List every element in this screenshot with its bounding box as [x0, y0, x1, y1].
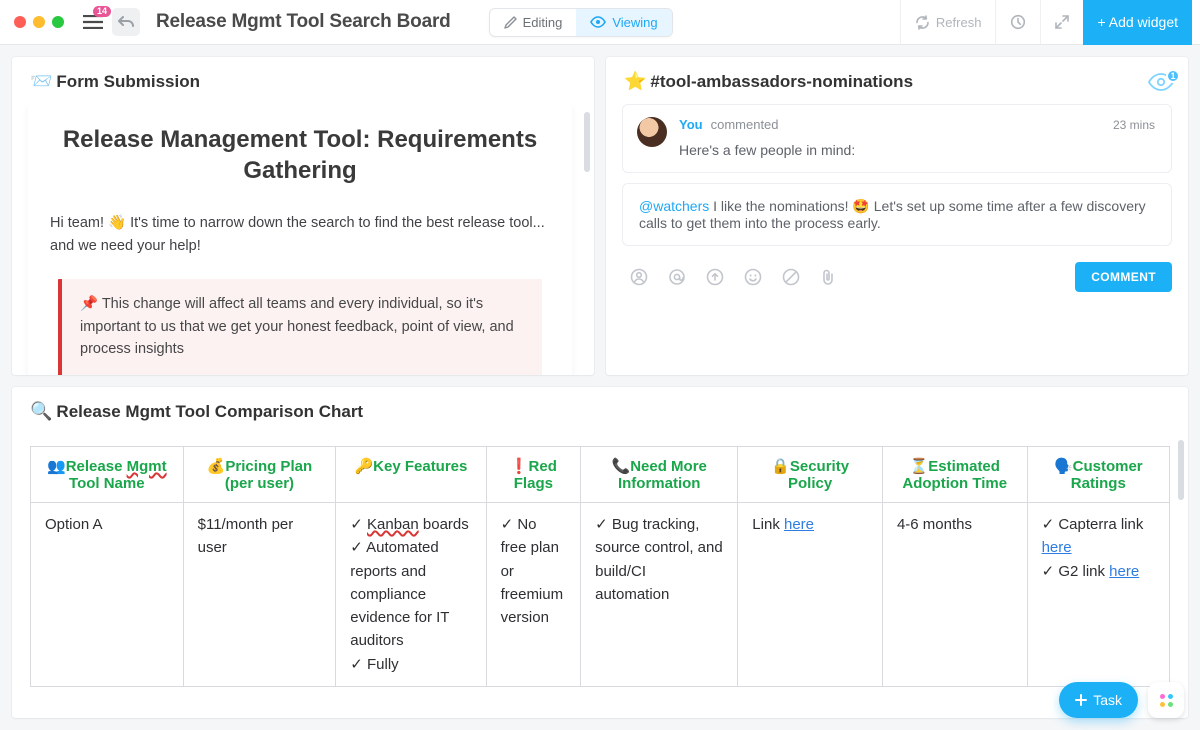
- clock-icon: [1010, 14, 1026, 30]
- comparison-card: 🔍 Release Mgmt Tool Comparison Chart 👥Re…: [12, 387, 1188, 718]
- refresh-button[interactable]: Refresh: [900, 0, 996, 44]
- document-callout: 📌 This change will affect all teams and …: [58, 279, 542, 375]
- comparison-body[interactable]: 👥Release Mgmt Tool Name 💰Pricing Plan (p…: [12, 434, 1188, 718]
- comment-composer: COMMENT: [622, 256, 1172, 296]
- mode-viewing[interactable]: Viewing: [576, 9, 671, 36]
- upload-icon[interactable]: [706, 268, 726, 286]
- cell-flags: ✓ No free plan or freemium version: [486, 503, 581, 687]
- assign-icon[interactable]: [630, 268, 650, 286]
- attachment-icon[interactable]: [820, 268, 840, 286]
- add-widget-label: + Add widget: [1097, 14, 1178, 30]
- mode-editing-label: Editing: [523, 15, 563, 30]
- col-name: 👥Release Mgmt Tool Name: [31, 447, 184, 503]
- form-card-body[interactable]: Release Management Tool: Requirements Ga…: [12, 104, 594, 375]
- comment-submit-button[interactable]: COMMENT: [1075, 262, 1172, 292]
- watchers-count: 1: [1166, 69, 1180, 83]
- cell-info: ✓ Bug tracking, source control, and buil…: [581, 503, 738, 687]
- window-close-dot[interactable]: [14, 16, 26, 28]
- capterra-link[interactable]: here: [1042, 539, 1072, 556]
- col-features: 🔑Key Features: [336, 447, 486, 503]
- workspace: 📨 Form Submission Release Management Too…: [0, 45, 1200, 730]
- eye-icon: [590, 16, 606, 28]
- new-task-label: Task: [1093, 692, 1122, 708]
- col-info: 📞Need More Information: [581, 447, 738, 503]
- new-task-button[interactable]: Task: [1059, 682, 1138, 718]
- refresh-icon: [915, 15, 930, 30]
- refresh-label: Refresh: [936, 15, 982, 30]
- window-minimize-dot[interactable]: [33, 16, 45, 28]
- emoji-icon[interactable]: [744, 268, 764, 286]
- floating-actions: Task: [1059, 682, 1184, 718]
- fullscreen-button[interactable]: [1040, 0, 1083, 44]
- magnifier-icon: 🔍: [30, 401, 52, 422]
- comment-meta: You commented 23 mins: [679, 117, 1155, 132]
- col-ratings: 🗣️Customer Ratings: [1027, 447, 1169, 503]
- security-link[interactable]: here: [784, 516, 814, 533]
- window-zoom-dot[interactable]: [52, 16, 64, 28]
- cell-adoption: 4-6 months: [882, 503, 1027, 687]
- comment-thread: You commented 23 mins Here's a few peopl…: [606, 104, 1188, 375]
- apps-icon: [1160, 694, 1173, 707]
- chat-card-title: #tool-ambassadors-nominations: [650, 72, 913, 92]
- table-header-row: 👥Release Mgmt Tool Name 💰Pricing Plan (p…: [31, 447, 1170, 503]
- hamburger-icon: [83, 15, 103, 29]
- comment-time: 23 mins: [1113, 118, 1155, 132]
- cell-pricing: $11/month per user: [183, 503, 336, 687]
- form-card-header: 📨 Form Submission: [12, 57, 594, 104]
- document-title: Release Management Tool: Requirements Ga…: [50, 124, 550, 186]
- chat-card-header: ⭐️ #tool-ambassadors-nominations 1: [606, 57, 1188, 104]
- window-traffic-lights: [0, 16, 64, 28]
- col-pricing: 💰Pricing Plan (per user): [183, 447, 336, 503]
- table-row[interactable]: Option A $11/month per user ✓ Kanban boa…: [31, 503, 1170, 687]
- comment-item[interactable]: You commented 23 mins Here's a few peopl…: [622, 104, 1172, 173]
- form-submission-card: 📨 Form Submission Release Management Too…: [12, 57, 594, 375]
- view-mode-toggle: Editing Viewing: [489, 8, 673, 37]
- comment-verb: commented: [711, 117, 779, 132]
- top-bar: 14 Release Mgmt Tool Search Board Editin…: [0, 0, 1200, 45]
- cell-features: ✓ Kanban boards ✓ Automated reports and …: [336, 503, 486, 687]
- apps-button[interactable]: [1148, 682, 1184, 718]
- mode-viewing-label: Viewing: [612, 15, 657, 30]
- comment-submit-label: COMMENT: [1091, 270, 1156, 284]
- nominations-card: ⭐️ #tool-ambassadors-nominations 1 You c…: [606, 57, 1188, 375]
- plus-icon: [1075, 694, 1087, 706]
- comment-item[interactable]: @watchers I like the nominations! 🤩 Let'…: [622, 183, 1172, 246]
- scrollbar[interactable]: [584, 112, 590, 172]
- history-button[interactable]: [995, 0, 1040, 44]
- comparison-header: 🔍 Release Mgmt Tool Comparison Chart: [12, 387, 1188, 434]
- col-security: 🔒Security Policy: [738, 447, 883, 503]
- cell-ratings: ✓ Capterra link here ✓ G2 link here: [1027, 503, 1169, 687]
- comment-body: @watchers I like the nominations! 🤩 Let'…: [639, 198, 1155, 231]
- undo-button[interactable]: [112, 8, 140, 36]
- notification-badge: 14: [93, 6, 111, 17]
- cell-security: Link here: [738, 503, 883, 687]
- g2-link[interactable]: here: [1109, 563, 1139, 580]
- mention-icon[interactable]: [668, 268, 688, 286]
- block-icon[interactable]: [782, 268, 802, 286]
- page-title: Release Mgmt Tool Search Board: [156, 11, 451, 33]
- mode-editing[interactable]: Editing: [490, 9, 577, 36]
- comment-author: You: [679, 117, 703, 132]
- undo-icon: [118, 15, 134, 29]
- col-adoption: ⏳Estimated Adoption Time: [882, 447, 1027, 503]
- cell-name: Option A: [31, 503, 184, 687]
- avatar: [637, 117, 667, 147]
- embedded-document: Release Management Tool: Requirements Ga…: [28, 104, 572, 375]
- comment-body: Here's a few people in mind:: [679, 142, 1155, 158]
- col-flags: ❗Red Flags: [486, 447, 581, 503]
- scrollbar[interactable]: [1178, 440, 1184, 500]
- document-intro: Hi team! 👋 It's time to narrow down the …: [50, 212, 550, 257]
- pencil-icon: [504, 16, 517, 29]
- form-card-title: Form Submission: [56, 72, 200, 92]
- watchers-button[interactable]: 1: [1148, 73, 1174, 91]
- star-icon: ⭐️: [624, 71, 646, 92]
- comparison-title: Release Mgmt Tool Comparison Chart: [56, 402, 363, 422]
- add-widget-button[interactable]: + Add widget: [1083, 0, 1192, 45]
- mention[interactable]: @watchers: [639, 198, 709, 214]
- expand-icon: [1055, 15, 1069, 29]
- inbox-icon: 📨: [30, 71, 52, 92]
- menu-button[interactable]: 14: [78, 7, 108, 37]
- comparison-table: 👥Release Mgmt Tool Name 💰Pricing Plan (p…: [30, 446, 1170, 687]
